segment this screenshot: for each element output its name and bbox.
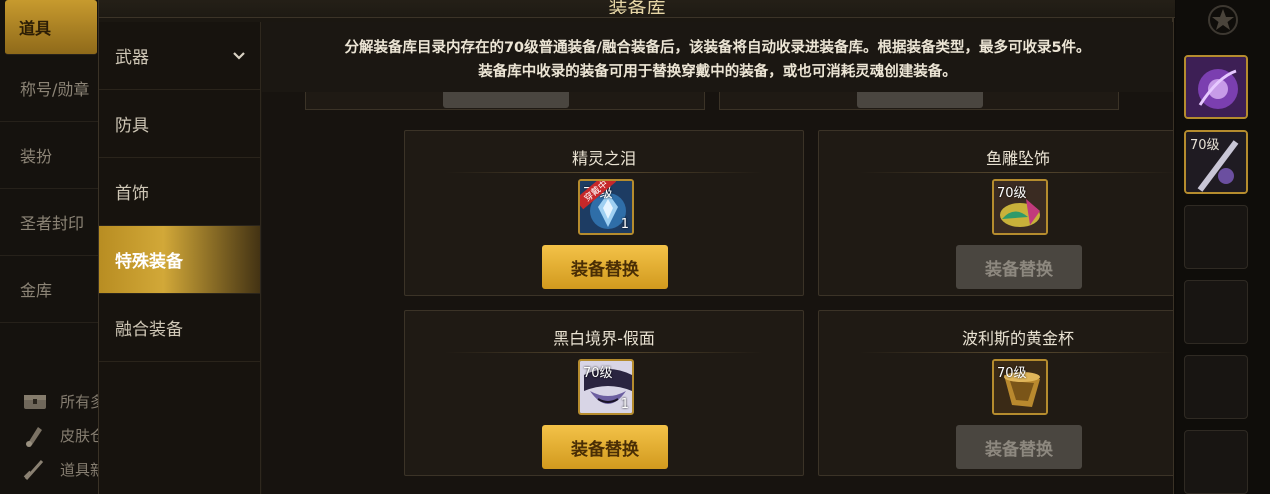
- dialog-header: 装备库: [99, 0, 1175, 18]
- nav-item-vault[interactable]: 金库: [0, 256, 100, 323]
- swap-button[interactable]: 装备替换: [542, 425, 668, 469]
- item-level: 70级: [1190, 138, 1220, 153]
- slot-title: 精灵之泪: [571, 149, 636, 168]
- right-item-rail: 70级: [1176, 0, 1270, 494]
- equipment-library-dialog: 装备库 武器 防具 首饰 特殊装备 融合装备 分解装备库目录内存在的70级普通装…: [98, 0, 1175, 494]
- filter-skin[interactable]: 皮肤仓: [18, 418, 105, 452]
- equipment-slot: 鱼雕坠饰 70级 装备替换: [818, 130, 1173, 296]
- divider: [859, 352, 1173, 353]
- item-level: 70级: [583, 366, 613, 381]
- item-quantity: 1: [620, 217, 629, 232]
- equipment-slot: 黑白境界-假面 70级 1 装备替换: [404, 310, 804, 476]
- rail-slot-1[interactable]: [1184, 55, 1248, 119]
- notice-line-1: 分解装备库目录内存在的70级普通装备/融合装备后，该装备将自动收录进装备库。根据…: [344, 40, 1091, 56]
- rail-slot-empty[interactable]: [1184, 355, 1248, 419]
- notice-line-2: 装备库中收录的装备可用于替换穿戴中的装备，或也可消耗灵魂创建装备。: [478, 64, 957, 80]
- swap-button[interactable]: 装备替换: [956, 245, 1082, 289]
- chest-icon: [24, 395, 46, 409]
- dialog-title: 装备库: [608, 0, 666, 14]
- swap-button[interactable]: 装备替换: [956, 425, 1082, 469]
- category-fusion[interactable]: 融合装备: [99, 294, 260, 362]
- equipment-slot: 波利斯的黄金杯 70级 装备替换: [818, 310, 1173, 476]
- info-notice: 分解装备库目录内存在的70级普通装备/融合装备后，该装备将自动收录进装备库。根据…: [262, 22, 1173, 92]
- main-nav: 道具 称号/勋章 装扮 圣者封印 金库 所有多 皮肤仓 道具新: [0, 0, 105, 494]
- nav-item-items[interactable]: 道具: [5, 0, 97, 55]
- slot-title: 鱼雕坠饰: [985, 149, 1050, 168]
- filter-all[interactable]: 所有多: [18, 384, 105, 418]
- category-weapon[interactable]: 武器: [99, 22, 260, 90]
- nav-item-titles[interactable]: 称号/勋章: [0, 55, 100, 122]
- category-armor[interactable]: 防具: [99, 90, 260, 158]
- slot-title: 波利斯的黄金杯: [961, 329, 1074, 348]
- item-icon-elf-tear[interactable]: 70级 穿戴中 1: [578, 179, 634, 235]
- item-quantity: 1: [620, 397, 629, 412]
- equipment-content: 分解装备库目录内存在的70级普通装备/融合装备后，该装备将自动收录进装备库。根据…: [262, 22, 1173, 494]
- category-accessory[interactable]: 首饰: [99, 158, 260, 226]
- divider: [445, 172, 763, 173]
- filter-list: 所有多 皮肤仓 道具新: [18, 384, 105, 486]
- rail-slot-empty[interactable]: [1184, 280, 1248, 344]
- magic-orb-icon: [1186, 57, 1246, 117]
- equipment-slot: 精灵之泪 70级 穿戴中 1 装备替换: [404, 130, 804, 296]
- category-menu: 武器 防具 首饰 特殊装备 融合装备: [99, 22, 261, 494]
- category-special[interactable]: 特殊装备: [99, 226, 260, 294]
- item-icon-fish-pendant[interactable]: 70级: [992, 179, 1048, 235]
- rail-slot-empty[interactable]: [1184, 430, 1248, 494]
- swap-button[interactable]: 装备替换: [542, 245, 668, 289]
- chevron-down-icon: [233, 51, 245, 60]
- divider: [859, 172, 1173, 173]
- brush-icon: [26, 427, 42, 447]
- filter-new[interactable]: 道具新: [18, 452, 105, 486]
- item-icon-mask[interactable]: 70级 1: [578, 359, 634, 415]
- nav-item-seal[interactable]: 圣者封印: [0, 189, 100, 256]
- sword-icon: [23, 460, 44, 480]
- item-icon-golden-cup[interactable]: 70级: [992, 359, 1048, 415]
- nav-item-costume[interactable]: 装扮: [0, 122, 100, 189]
- slot-title: 黑白境界-假面: [553, 329, 655, 348]
- rail-slot-2[interactable]: 70级: [1184, 130, 1248, 194]
- divider: [445, 352, 763, 353]
- star-emblem-icon: [1208, 5, 1238, 35]
- item-level: 70级: [997, 366, 1027, 381]
- rail-header: [1176, 0, 1270, 40]
- rail-slot-empty[interactable]: [1184, 205, 1248, 269]
- item-level: 70级: [997, 186, 1027, 201]
